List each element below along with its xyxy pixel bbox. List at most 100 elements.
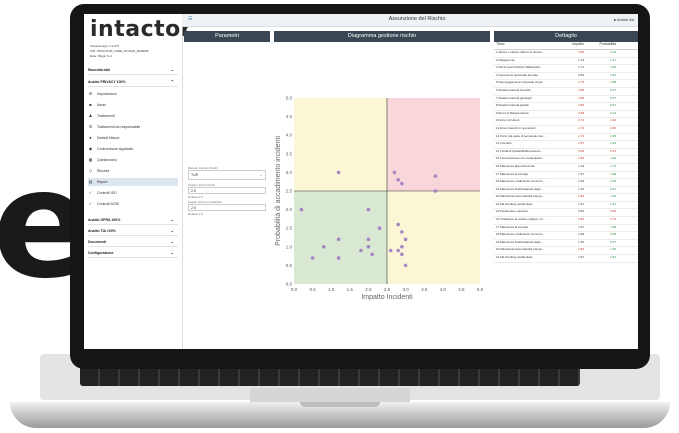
table-row[interactable]: 18 Mancanza o fallimento di comm... 1.99 2… <box>494 232 638 240</box>
sidebar-item-label: Report <box>97 180 108 184</box>
row-probabilita: 1.47 <box>610 57 616 62</box>
row-title: 13 Incendio <box>496 141 512 146</box>
sidebar-item[interactable]: ⚙ Impostazioni <box>88 90 178 98</box>
sidebar-item[interactable]: ✓ Controlli ISO <box>88 189 178 197</box>
table-row[interactable]: 14 Incidenti Quasti/Malfunzionam... 3.68 2… <box>494 149 638 157</box>
user-list-icon: ☰ <box>88 124 93 129</box>
table-row[interactable]: 20 Mascheramento identità (da pa... 2.83 1… <box>494 247 638 256</box>
quadrant-top-left <box>294 98 387 191</box>
table-row[interactable]: 21 Ma finudling accidentale 1.97 1.51 <box>494 255 638 263</box>
table-row[interactable]: 23 Violazione di codice maligno / In... 2… <box>494 217 638 225</box>
row-probabilita: 1.98 <box>610 224 616 229</box>
section-configurazione[interactable]: Configurazione ⌄ <box>88 249 178 258</box>
sidebar-item[interactable]: ☰ Trattamenti da responsabile <box>88 123 178 131</box>
row-impatto: 1.97 <box>578 201 584 206</box>
row-title: 10 Errori di Utenti <box>496 118 520 123</box>
table-row[interactable]: 17 Mancanza di energia 1.97 1.98 <box>494 225 638 233</box>
row-impatto: 0.52 <box>578 72 584 77</box>
menu-icon[interactable]: ☰ <box>188 16 192 22</box>
chevron-down-icon: ⌄ <box>170 67 174 72</box>
table-row[interactable]: 19 Mancanza finalizzata/e/a degli ... 1.3… <box>494 240 638 248</box>
section-analisi-tia[interactable]: Analisi TIA 100% ⌄ <box>88 227 178 236</box>
metodo-select[interactable]: TUR ⌄ <box>188 170 266 180</box>
row-probabilita: 1.74 <box>610 163 616 168</box>
row-impatto: 2.75 <box>578 80 584 85</box>
prob-input[interactable]: 2.5 <box>188 204 266 211</box>
section-analisi-gpra[interactable]: Analisi GPRA 100% ⌄ <box>88 216 178 225</box>
row-impatto: 0.82 <box>578 209 584 214</box>
row-impatto: 2.89 <box>578 87 584 92</box>
table-row[interactable]: 9 Errori di Manutenzione 3.68 2.44 <box>494 111 638 119</box>
sidebar-item[interactable]: ◆ Contromisure Applicate <box>88 145 178 153</box>
row-probabilita: 0.97 <box>610 103 616 108</box>
table-row[interactable]: 4 Carenza di personale formato 0.52 1.51 <box>494 73 638 81</box>
soglia-input[interactable]: 2.5 <box>188 187 266 194</box>
table-row[interactable]: 18 Mancanza o fallimento di comm... 1.99 2… <box>494 179 638 187</box>
top-bar: ☰ Assunzione del Rischio ● Admin Ad <box>182 14 638 27</box>
user-name: Admin Ad <box>616 17 634 22</box>
row-probabilita: 3.00 <box>610 209 616 214</box>
table-row[interactable]: 15 Intercettazione e/o manipolazio... 2.8… <box>494 156 638 164</box>
row-title: 16 Mancanza alla conformita <box>496 163 535 168</box>
table-row[interactable]: 20 Mascheramento identità (da pa... 2.83 1… <box>494 194 638 202</box>
section-documenti[interactable]: Documenti ⌄ <box>88 238 178 247</box>
sidebar-item[interactable]: ▦ Questionario <box>88 156 178 164</box>
sidebar-item-label: Default Misure <box>97 136 120 140</box>
user-menu[interactable]: ● Admin Ad <box>614 17 634 22</box>
sidebar-item[interactable]: ◇ Rischioi <box>88 167 178 175</box>
section-raccolta-dati[interactable]: Raccolta dati ⌄ <box>88 66 178 75</box>
x-axis-label: Impatto Incidenti <box>361 294 413 301</box>
table-row[interactable]: 1 Abuso o cattivo utilizzo di risorse...… <box>494 50 638 58</box>
row-impatto: 2.89 <box>578 103 584 108</box>
row-probabilita: 1.45 <box>610 247 616 252</box>
laptop-touchpad <box>250 388 410 403</box>
x-tick-label: 3.5 <box>421 287 428 292</box>
report-icon: ▤ <box>88 179 93 184</box>
sidebar-item[interactable]: ✓ Controlli AGID <box>88 200 178 208</box>
col-probabilita: Probabilità <box>599 42 616 46</box>
section-analisi-privacy[interactable]: Analisi PRIVACY 100% ⌃ <box>88 78 178 87</box>
table-row[interactable]: 22 Pandemia e carestia 0.82 3.00 <box>494 209 638 218</box>
y-tick-label: 2.0 <box>286 207 293 212</box>
risk-chart-svg: 0.0 0.5 1.0 1.5 2.0 2.5 3.0 3.5 4.0 4.5 5.0 0.0 0.5 1… <box>275 96 484 302</box>
y-tick-label: 2.5 <box>286 189 293 194</box>
table-row[interactable]: 8 Disastri naturali globali 2.89 0.97 <box>494 103 638 111</box>
table-row[interactable]: 21 Ma finudling accidentale 1.97 1.51 <box>494 202 638 210</box>
row-probabilita: 1.51 <box>610 72 616 77</box>
table-row[interactable]: 10 Errori di Utenti 2.74 2.90 <box>494 118 638 126</box>
section-label: Analisi TIA 100% <box>88 229 116 233</box>
data-point <box>336 170 341 175</box>
sidebar-item-label: Questionario <box>97 158 117 162</box>
y-axis-label: Probabilità di accadimento incidenti <box>275 136 282 246</box>
table-row[interactable]: 2 Allagamento 1.19 1.47 <box>494 58 638 66</box>
row-probabilita: 0.97 <box>610 95 616 100</box>
data-point <box>366 237 371 242</box>
table-row[interactable]: 7 Disastri naturali geologici 2.89 0.97 <box>494 96 638 104</box>
sidebar-item[interactable]: ■ Asset <box>88 101 178 109</box>
row-probabilita: 1.26 <box>610 65 616 70</box>
row-impatto: 3.80 <box>578 50 584 54</box>
x-tick-label: 4.0 <box>440 287 447 292</box>
table-row[interactable]: 5 Danneggiamento (da parte di per... 2.75… <box>494 80 638 88</box>
y-tick-label: 3.5 <box>286 151 293 156</box>
cube-icon: ■ <box>89 102 92 107</box>
row-impatto: 3.68 <box>578 110 584 115</box>
laptop-screen: intactor Versione app: 1.0.377 CID: INTA… <box>84 14 638 349</box>
table-row[interactable]: 19 Mancanza finalizzata/e/a degli ... 1.3… <box>494 187 638 195</box>
sidebar-item[interactable]: ▤ Report <box>88 178 178 186</box>
sidebar-item[interactable]: ♟ Trattamenti <box>88 112 178 120</box>
table-row[interactable]: 3 Atti di Guerra/Azioni Militari/Atti...… <box>494 65 638 73</box>
table-row[interactable]: 6 Disastri naturali climatici 2.89 0.97 <box>494 88 638 96</box>
col-titolo: Titolo <box>496 42 505 46</box>
table-row[interactable]: 11 Errori trasmiti in operazioni 2.79 2.66 <box>494 126 638 134</box>
data-point <box>396 248 400 253</box>
table-row[interactable]: 16 Mancanza alla conformita 1.19 1.74 <box>494 164 638 172</box>
prob-default: Default 2.5 <box>188 212 203 216</box>
row-probabilita: 2.44 <box>610 110 616 115</box>
sidebar-item[interactable]: ● Default Misure <box>88 134 178 142</box>
table-row[interactable]: 13 Incendio 2.87 1.94 <box>494 141 638 149</box>
table-row[interactable]: 12 Furto (da parte di personale inte... 2… <box>494 134 638 142</box>
row-impatto: 1.35 <box>578 239 584 244</box>
table-row[interactable]: 17 Mancanza di energia 1.97 1.98 <box>494 172 638 180</box>
row-title: 3 Atti di Guerra/Azioni Militari/Atti... <box>496 65 543 70</box>
